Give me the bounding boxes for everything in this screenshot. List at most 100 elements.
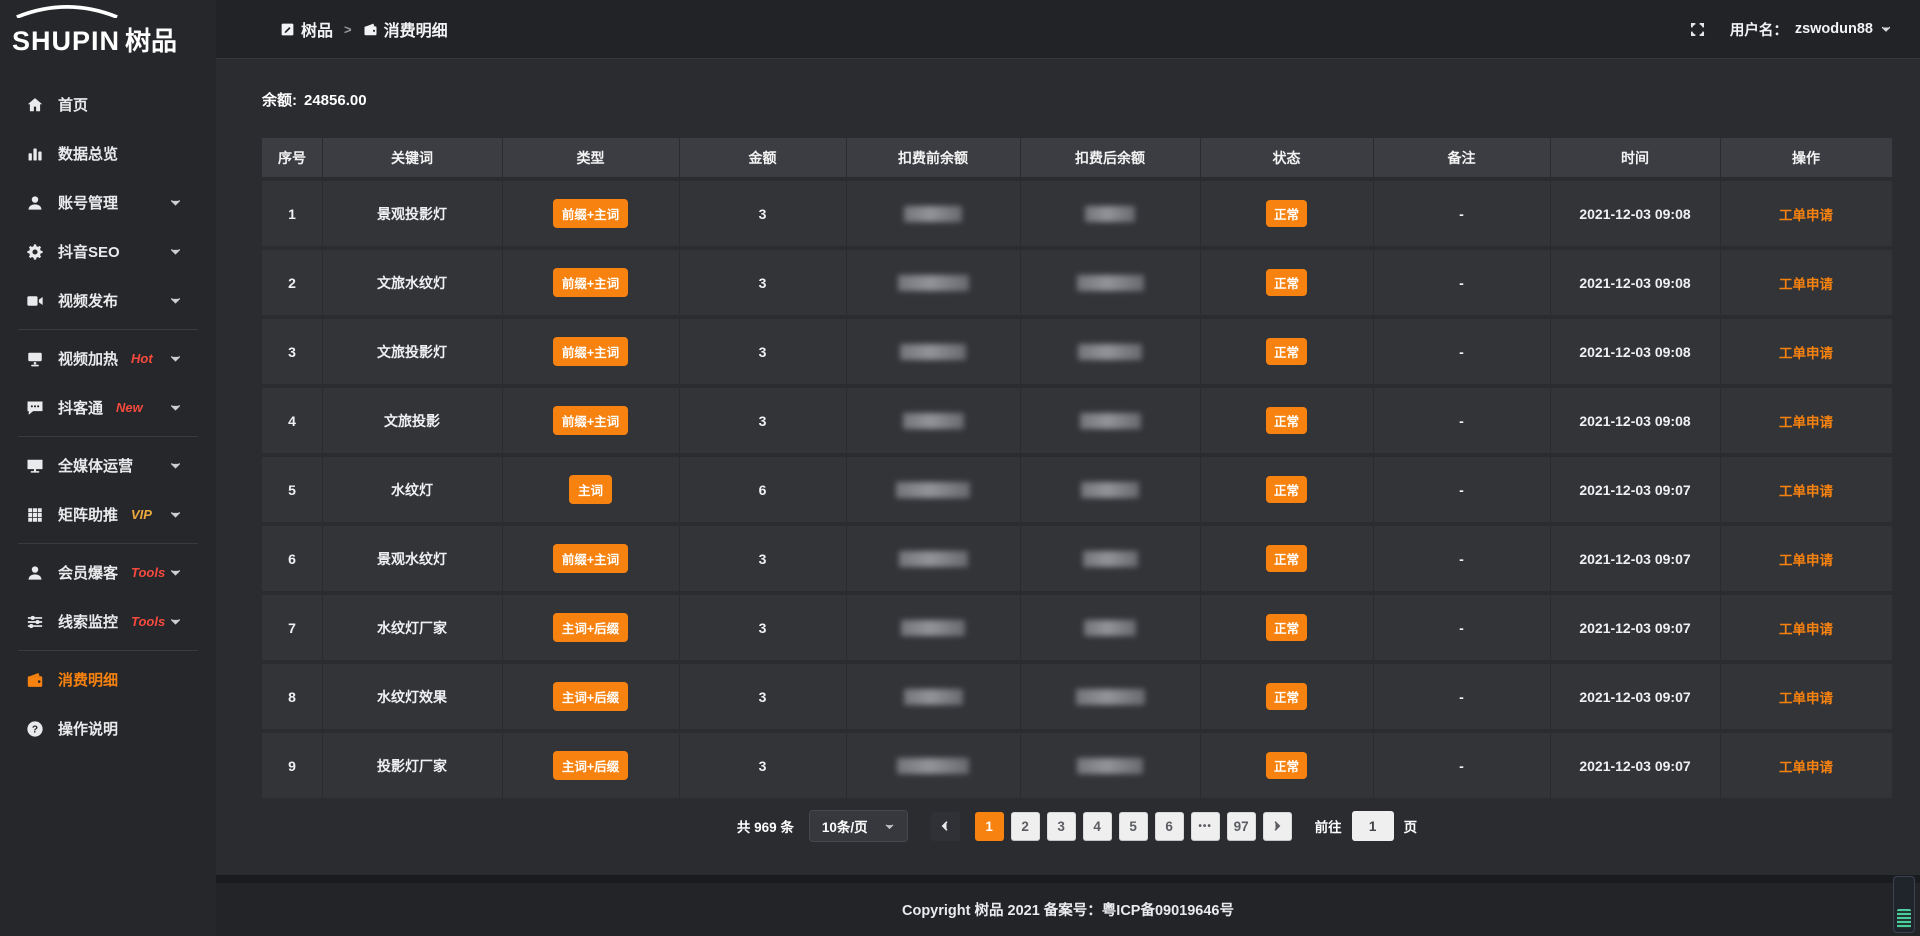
sidebar-item-抖音SEO[interactable]: 抖音SEO	[0, 227, 216, 276]
column-header: 扣费前余额	[846, 138, 1020, 177]
sidebar-item-视频发布[interactable]: 视频发布	[0, 276, 216, 325]
copyright-text: Copyright 树品 2021 备案号：粤ICP备09019646号	[902, 899, 1234, 920]
page-ellipsis-button[interactable]: •••	[1191, 812, 1220, 841]
menu-divider	[18, 650, 198, 651]
next-page-button[interactable]	[1263, 812, 1292, 841]
column-header: 关键词	[322, 138, 502, 177]
sidebar-item-首页[interactable]: 首页	[0, 80, 216, 129]
redacted-value	[903, 413, 964, 429]
cell-remark: -	[1373, 181, 1550, 246]
breadcrumb-item[interactable]: 消费明细	[363, 17, 448, 41]
cell-keyword: 投影灯厂家	[322, 733, 502, 798]
cell-amount: 6	[679, 457, 846, 522]
gear-icon	[26, 243, 44, 261]
browser-extension-widget[interactable]	[1893, 876, 1915, 933]
ticket-request-link[interactable]: 工单申请	[1779, 622, 1833, 637]
sidebar-item-label: 操作说明	[58, 718, 118, 739]
status-badge: 正常	[1266, 407, 1307, 434]
cell-remark: -	[1373, 250, 1550, 315]
ticket-request-link[interactable]: 工单申请	[1779, 691, 1833, 706]
user-menu[interactable]: 用户名：zswodun88	[1730, 19, 1892, 40]
table-row: 6景观水纹灯前缀+主词3正常-2021-12-03 09:07工单申请	[262, 526, 1892, 591]
cell-index: 8	[262, 664, 322, 729]
sidebar-item-账号管理[interactable]: 账号管理	[0, 178, 216, 227]
sidebar-item-视频加热[interactable]: 视频加热Hot	[0, 334, 216, 383]
page-size-select[interactable]: 10条/页	[809, 810, 908, 842]
ticket-request-link[interactable]: 工单申请	[1779, 484, 1833, 499]
breadcrumb-item[interactable]: 树品	[280, 17, 333, 41]
sidebar-item-操作说明[interactable]: ?操作说明	[0, 704, 216, 753]
cell-action: 工单申请	[1720, 319, 1892, 384]
ticket-request-link[interactable]: 工单申请	[1779, 760, 1833, 775]
sidebar-item-线索监控[interactable]: 线索监控Tools	[0, 597, 216, 646]
page-button-3[interactable]: 3	[1047, 812, 1076, 841]
balance-label: 余额:	[262, 92, 297, 109]
table-row: 8水纹灯效果主词+后缀3正常-2021-12-03 09:07工单申请	[262, 664, 1892, 729]
sidebar-item-会员爆客[interactable]: 会员爆客Tools	[0, 548, 216, 597]
chevron-down-icon	[169, 615, 182, 628]
redacted-value	[1080, 413, 1141, 429]
status-badge: 正常	[1266, 200, 1307, 227]
sidebar-item-消费明细[interactable]: 消费明细	[0, 655, 216, 704]
page-button-5[interactable]: 5	[1119, 812, 1148, 841]
type-badge: 前缀+主词	[553, 406, 628, 435]
breadcrumb-separator: >	[344, 22, 352, 37]
page-button-2[interactable]: 2	[1011, 812, 1040, 841]
cell-action: 工单申请	[1720, 457, 1892, 522]
redacted-value	[1085, 206, 1135, 222]
video-icon	[26, 292, 44, 310]
column-header: 操作	[1720, 138, 1892, 177]
ticket-request-link[interactable]: 工单申请	[1779, 346, 1833, 361]
sidebar-item-矩阵助推[interactable]: 矩阵助推VIP	[0, 490, 216, 539]
sidebar-item-label: 线索监控	[58, 611, 118, 632]
page-button-6[interactable]: 6	[1155, 812, 1184, 841]
user-icon	[26, 194, 44, 212]
sidebar-item-label: 抖客通	[58, 397, 103, 418]
cell-remark: -	[1373, 388, 1550, 453]
table-body: 1景观投影灯前缀+主词3正常-2021-12-03 09:08工单申请2文旅水纹…	[262, 181, 1892, 798]
topbar: 树品 > 消费明细 用户名：zswodun88	[216, 0, 1920, 59]
cell-amount: 3	[679, 388, 846, 453]
cell-after-balance	[1020, 733, 1200, 798]
fullscreen-icon[interactable]	[1689, 21, 1706, 38]
cell-action: 工单申请	[1720, 181, 1892, 246]
ticket-request-link[interactable]: 工单申请	[1779, 208, 1833, 223]
wallet-icon	[26, 671, 44, 689]
redacted-value	[1081, 482, 1139, 498]
table-row: 3文旅投影灯前缀+主词3正常-2021-12-03 09:08工单申请	[262, 319, 1892, 384]
cell-status: 正常	[1200, 595, 1373, 660]
ticket-request-link[interactable]: 工单申请	[1779, 553, 1833, 568]
cell-action: 工单申请	[1720, 733, 1892, 798]
redacted-value	[896, 482, 970, 498]
goto-page-input[interactable]	[1352, 811, 1394, 841]
sidebar: SHUPIN 树品 首页数据总览账号管理抖音SEO 视频发布视频加热Hot抖客通N…	[0, 0, 216, 936]
cell-time: 2021-12-03 09:08	[1550, 250, 1720, 315]
logo-latin: SHUPIN	[12, 26, 120, 57]
chevron-down-icon	[169, 352, 182, 365]
cell-before-balance	[846, 181, 1020, 246]
sidebar-item-全媒体运营[interactable]: 全媒体运营	[0, 441, 216, 490]
cell-time: 2021-12-03 09:07	[1550, 733, 1720, 798]
cell-time: 2021-12-03 09:08	[1550, 181, 1720, 246]
redacted-value	[898, 275, 969, 291]
sidebar-item-label: 抖音SEO	[58, 241, 120, 262]
app-window: SHUPIN 树品 首页数据总览账号管理抖音SEO 视频发布视频加热Hot抖客通N…	[0, 0, 1920, 936]
sidebar-item-抖客通[interactable]: 抖客通New	[0, 383, 216, 432]
status-badge: 正常	[1266, 338, 1307, 365]
ticket-request-link[interactable]: 工单申请	[1779, 277, 1833, 292]
cell-before-balance	[846, 526, 1020, 591]
ticket-request-link[interactable]: 工单申请	[1779, 415, 1833, 430]
breadcrumb-label: 树品	[301, 17, 333, 41]
app-logo[interactable]: SHUPIN 树品	[0, 0, 216, 66]
menu-divider	[18, 329, 198, 330]
page-button-97[interactable]: 97	[1227, 812, 1256, 841]
cell-before-balance	[846, 250, 1020, 315]
cell-remark: -	[1373, 319, 1550, 384]
type-badge: 主词+后缀	[553, 613, 628, 642]
sidebar-item-数据总览[interactable]: 数据总览	[0, 129, 216, 178]
page-button-1[interactable]: 1	[975, 812, 1004, 841]
page-button-4[interactable]: 4	[1083, 812, 1112, 841]
cell-before-balance	[846, 457, 1020, 522]
prev-page-button[interactable]	[931, 812, 960, 841]
cell-after-balance	[1020, 319, 1200, 384]
